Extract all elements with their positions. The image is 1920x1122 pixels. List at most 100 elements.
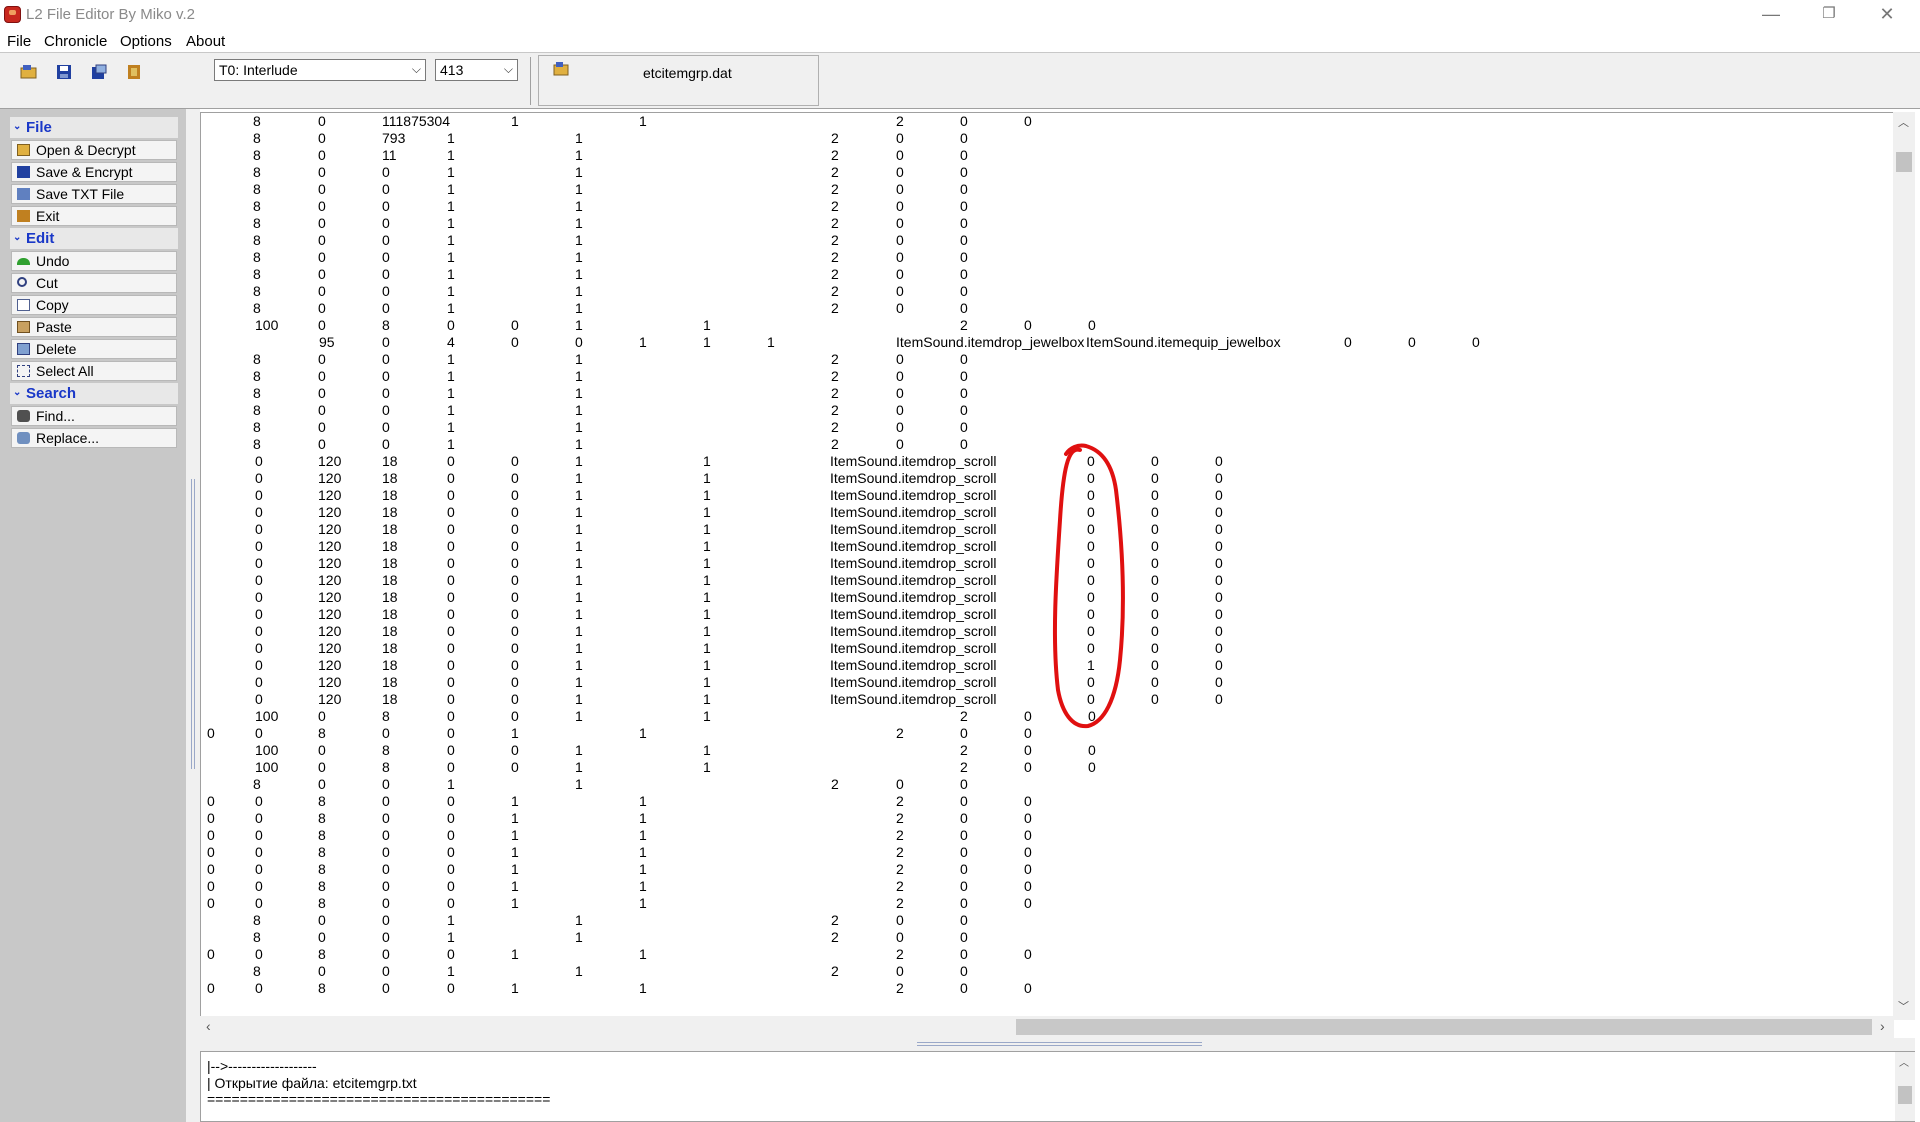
table-cell[interactable]: 0 (1215, 657, 1223, 673)
table-row[interactable]: 8 0 0 1 1 2 0 0 (201, 385, 1891, 402)
table-cell[interactable]: 1 (575, 759, 583, 775)
table-cell[interactable]: 2 (896, 113, 904, 129)
table-cell[interactable]: 0 (382, 827, 390, 843)
table-cell[interactable]: 100 (255, 708, 278, 724)
table-cell[interactable]: 1 (703, 589, 711, 605)
table-cell[interactable]: 1 (703, 708, 711, 724)
table-cell[interactable]: 1 (575, 708, 583, 724)
table-cell[interactable]: 0 (1088, 317, 1096, 333)
table-cell[interactable]: 0 (318, 912, 326, 928)
table-cell[interactable]: 0 (382, 912, 390, 928)
table-cell[interactable]: 0 (896, 402, 904, 418)
table-cell[interactable]: 0 (447, 878, 455, 894)
table-cell[interactable]: 0 (255, 725, 263, 741)
table-cell[interactable]: 1 (447, 776, 455, 792)
table-cell[interactable]: 0 (1087, 555, 1095, 571)
scroll-thumb[interactable] (1016, 1019, 1872, 1035)
table-row[interactable]: 8 0 0 1 1 2 0 0 (201, 776, 1891, 793)
table-cell[interactable]: 0 (511, 521, 519, 537)
table-cell[interactable]: 0 (447, 895, 455, 911)
table-cell[interactable]: 1 (575, 555, 583, 571)
table-cell[interactable]: 1 (511, 793, 519, 809)
table-cell[interactable]: 0 (255, 827, 263, 843)
table-cell[interactable]: 1 (703, 759, 711, 775)
splitter-grip[interactable] (191, 479, 195, 769)
table-cell[interactable]: 0 (960, 844, 968, 860)
find-button[interactable]: Find... (11, 406, 177, 426)
table-cell[interactable]: 8 (253, 402, 261, 418)
table-cell[interactable]: 0 (382, 776, 390, 792)
table-cell[interactable]: 1 (575, 181, 583, 197)
table-cell[interactable]: 0 (896, 232, 904, 248)
table-row[interactable]: 100 0 8 0 0 1 1 2 0 0 (201, 708, 1891, 725)
table-cell[interactable]: 0 (896, 300, 904, 316)
table-cell[interactable]: 18 (382, 691, 398, 707)
table-cell[interactable]: 8 (318, 810, 326, 826)
table-cell[interactable]: 8 (253, 385, 261, 401)
table-cell[interactable]: 0 (960, 912, 968, 928)
log-console[interactable]: |-->------------------- | Открытие файла… (200, 1051, 1915, 1122)
table-cell[interactable]: 0 (511, 708, 519, 724)
table-cell[interactable]: 18 (382, 640, 398, 656)
table-cell[interactable]: 0 (1215, 572, 1223, 588)
table-cell[interactable]: 0 (896, 368, 904, 384)
table-cell[interactable]: 0 (1087, 589, 1095, 605)
table-cell[interactable]: 1 (575, 317, 583, 333)
table-cell[interactable]: 2 (896, 793, 904, 809)
table-cell[interactable]: 0 (511, 504, 519, 520)
table-cell[interactable]: 0 (896, 198, 904, 214)
table-cell[interactable]: 2 (831, 963, 839, 979)
table-cell[interactable]: 1 (447, 436, 455, 452)
table-cell[interactable]: 0 (960, 249, 968, 265)
table-cell[interactable]: 0 (960, 215, 968, 231)
table-cell[interactable]: 8 (253, 929, 261, 945)
table-cell[interactable]: 1 (639, 946, 647, 962)
table-cell[interactable]: 0 (1024, 844, 1032, 860)
table-cell[interactable]: 0 (1215, 640, 1223, 656)
table-cell[interactable]: 1 (575, 572, 583, 588)
table-cell[interactable]: 1 (447, 181, 455, 197)
table-cell[interactable]: 0 (447, 759, 455, 775)
table-cell[interactable]: 0 (896, 385, 904, 401)
table-cell[interactable]: 1 (511, 878, 519, 894)
table-cell[interactable]: 0 (1024, 708, 1032, 724)
table-cell[interactable]: 0 (896, 912, 904, 928)
table-cell[interactable]: 0 (207, 810, 215, 826)
table-cell[interactable]: 1 (511, 895, 519, 911)
table-cell[interactable]: 8 (318, 878, 326, 894)
table-cell[interactable]: 0 (255, 538, 263, 554)
table-row[interactable]: 0 0 8 0 0 1 1 2 0 0 (201, 827, 1891, 844)
table-cell[interactable]: 1 (575, 606, 583, 622)
table-cell[interactable]: 0 (960, 725, 968, 741)
table-cell[interactable]: 0 (960, 946, 968, 962)
table-cell[interactable]: 0 (511, 555, 519, 571)
table-cell[interactable]: 1 (511, 725, 519, 741)
table-cell[interactable]: 0 (896, 963, 904, 979)
table-cell[interactable]: 8 (382, 317, 390, 333)
table-cell[interactable]: 1 (511, 113, 519, 129)
table-cell[interactable]: 120 (318, 487, 341, 503)
table-cell[interactable]: 1 (703, 572, 711, 588)
table-cell[interactable]: 1 (575, 436, 583, 452)
chevron-up-icon[interactable]: ︿ (1898, 114, 1909, 130)
save-txt-icon[interactable] (87, 60, 110, 83)
table-cell[interactable]: 0 (960, 929, 968, 945)
table-cell[interactable]: 2 (896, 725, 904, 741)
table-cell[interactable]: 0 (1024, 113, 1032, 129)
table-cell[interactable]: 0 (382, 402, 390, 418)
table-cell[interactable]: 0 (318, 300, 326, 316)
table-cell[interactable]: 0 (447, 504, 455, 520)
table-cell[interactable]: 120 (318, 606, 341, 622)
table-cell[interactable]: 0 (255, 810, 263, 826)
table-cell[interactable]: 0 (207, 861, 215, 877)
table-cell[interactable]: 8 (253, 249, 261, 265)
table-cell[interactable]: 18 (382, 589, 398, 605)
table-cell[interactable]: 100 (255, 317, 278, 333)
table-cell[interactable]: 0 (511, 589, 519, 605)
table-cell[interactable]: 0 (255, 555, 263, 571)
table-cell[interactable]: 8 (318, 946, 326, 962)
table-row[interactable]: 8 0 0 1 1 2 0 0 (201, 283, 1891, 300)
table-cell[interactable]: 2 (831, 929, 839, 945)
table-cell[interactable]: 1 (703, 555, 711, 571)
table-cell[interactable]: 0 (447, 317, 455, 333)
